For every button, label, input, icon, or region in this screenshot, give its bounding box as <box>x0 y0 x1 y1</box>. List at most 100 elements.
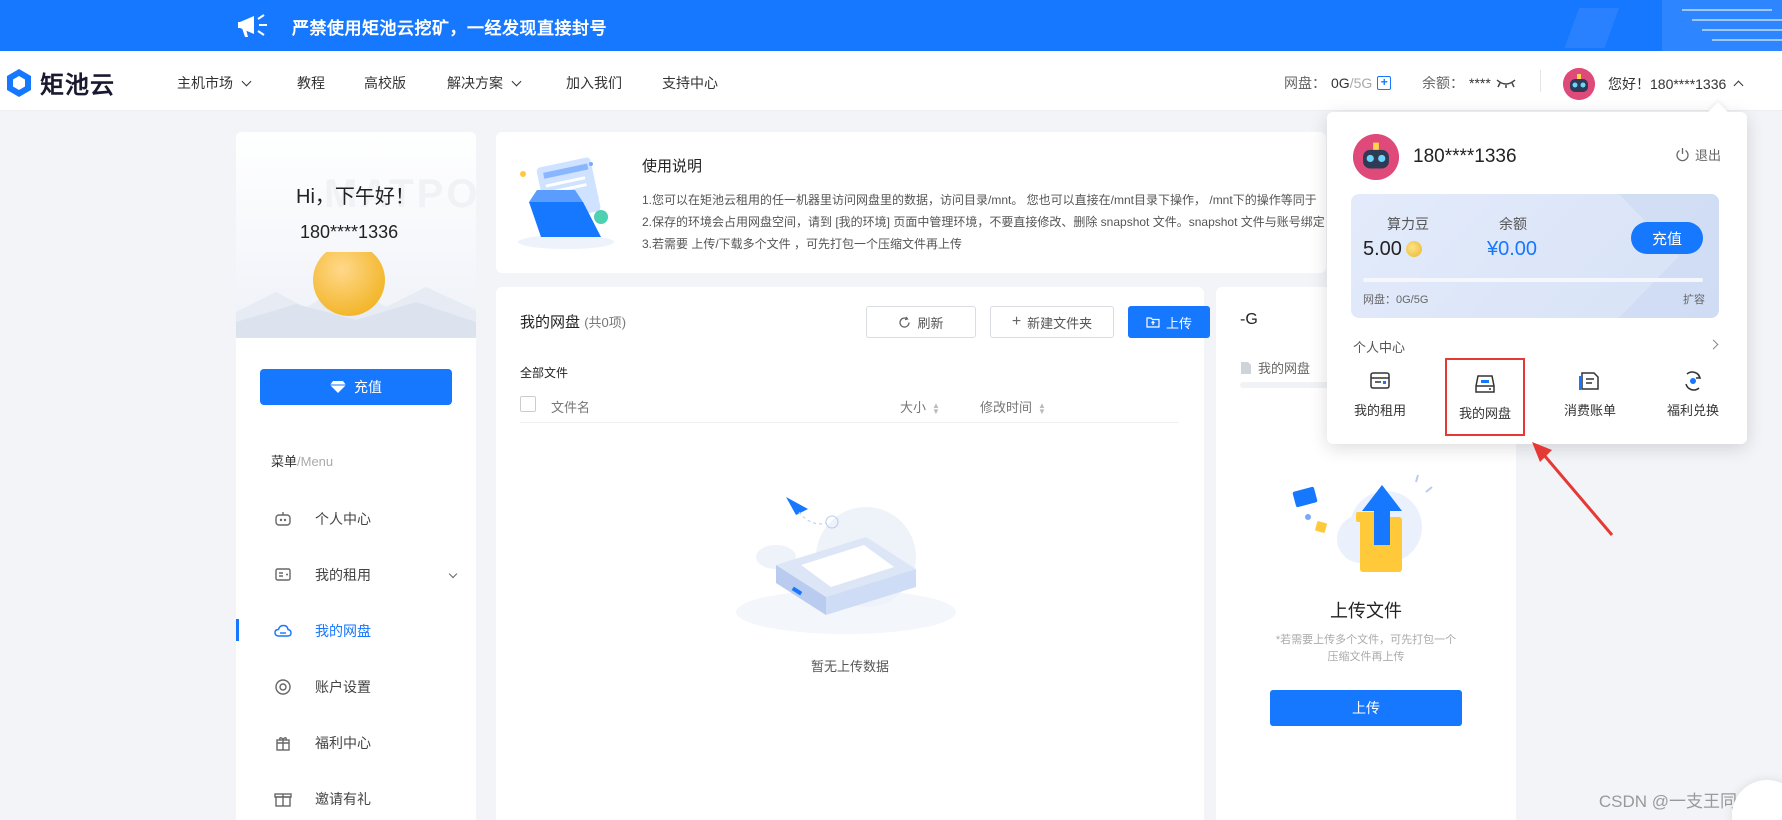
usage-title: 使用说明 <box>642 158 703 175</box>
bill-icon <box>1579 372 1599 390</box>
logout-button[interactable]: 退出 <box>1675 145 1721 164</box>
dropdown-user: 180****1336 <box>1353 134 1517 180</box>
sidebar-item-my-disk[interactable]: 我的网盘 <box>236 616 476 646</box>
usage-instructions-card: 使用说明 1.您可以在矩池云租用的任一机器里访问网盘里的数据，访问目录/mnt。… <box>496 132 1326 273</box>
brand-logo[interactable]: 矩池云 <box>4 65 115 100</box>
usage-line-2: 2.保存的环境会占用网盘空间，请到 [我的环境] 页面中管理环境，不要直接修改、… <box>642 215 1326 229</box>
nav-divider <box>1540 70 1541 92</box>
nav-join-us[interactable]: 加入我们 <box>566 73 622 93</box>
banner-decoration <box>1564 0 1782 51</box>
chevron-down-icon <box>448 569 458 578</box>
col-size[interactable]: 大小 ▲ ▼ <box>900 397 940 416</box>
quick-bills[interactable]: 消费账单 <box>1550 370 1630 419</box>
plus-icon: + <box>1011 313 1022 330</box>
points-value: 5.00 <box>1363 238 1422 261</box>
disk-progress-bar <box>1363 278 1703 282</box>
rental-icon <box>1370 372 1390 389</box>
disk-quota-text: 网盘：0G/5G <box>1363 294 1429 306</box>
quick-my-disk[interactable]: 我的网盘 <box>1445 358 1525 436</box>
personal-center-link[interactable]: 个人中心 <box>1353 337 1405 356</box>
nav-balance: 余额： **** <box>1422 73 1516 93</box>
col-modified[interactable]: 修改时间 ▲ ▼ <box>980 397 1046 416</box>
file-icon <box>1241 361 1251 374</box>
add-disk-icon[interactable]: + <box>1377 76 1392 90</box>
chevron-down-icon <box>241 76 252 86</box>
sidebar-item-invite[interactable]: 邀请有礼 <box>236 784 476 814</box>
annotation-arrow <box>1532 442 1614 536</box>
coin-icon <box>1405 241 1422 257</box>
greeting-hero: MATPO Hi，下午好！ 180****1336 <box>236 132 476 338</box>
sun-mountain-illustration <box>236 252 476 338</box>
upload-title: 上传文件 <box>1330 601 1402 621</box>
disk-capacity: -G <box>1240 311 1258 328</box>
user-id: 180****1336 <box>300 222 399 242</box>
announcement-banner: 严禁使用矩池云挖矿，一经发现直接封号 <box>0 0 1782 51</box>
menu-title: 菜单/Menu <box>271 454 334 469</box>
quick-welfare-exchange[interactable]: 福利兑换 <box>1653 370 1733 419</box>
user-menu-trigger[interactable]: 您好！180****1336 <box>1563 68 1744 100</box>
diamond-icon <box>330 381 346 393</box>
expand-disk-link[interactable]: 扩容 <box>1683 291 1705 307</box>
upload-cloud-illustration <box>1292 474 1433 572</box>
dropdown-username: 180****1336 <box>1413 146 1517 167</box>
server-icon <box>275 568 291 581</box>
balance-label: 余额 <box>1499 216 1527 232</box>
profile-sidebar: MATPO Hi，下午好！ 180****1336 充值 菜单/Menu 个人中… <box>236 132 476 820</box>
refresh-icon <box>899 316 911 328</box>
user-greeting: 您好！180****1336 <box>1608 76 1727 92</box>
points-label: 算力豆 <box>1387 216 1429 232</box>
refresh-button[interactable]: 刷新 <box>866 306 976 338</box>
chevron-down-icon <box>511 76 522 86</box>
usage-line-1: 1.您可以在矩池云租用的任一机器里访问网盘里的数据，访问目录/mnt。 您也可以… <box>642 193 1317 207</box>
sidebar-item-account-settings[interactable]: 账户设置 <box>236 672 476 702</box>
sidebar-item-my-rental[interactable]: 我的租用 <box>236 560 476 590</box>
file-table-header: 文件名 大小 ▲ ▼ 修改时间 ▲ ▼ <box>520 387 1178 423</box>
sort-icon: ▲ ▼ <box>1038 400 1046 416</box>
user-dropdown-menu: 180****1336 退出 算力豆 5.00 余额 ¥0.00 充值 网盘：0… <box>1327 112 1747 444</box>
exchange-icon <box>1685 371 1702 391</box>
sidebar-item-welfare-center[interactable]: 福利中心 <box>236 728 476 758</box>
dropdown-recharge-button[interactable]: 充值 <box>1631 222 1703 254</box>
upload-button[interactable]: 上传 <box>1128 306 1210 338</box>
avatar <box>1353 134 1399 180</box>
banner-text: 严禁使用矩池云挖矿，一经发现直接封号 <box>292 19 607 38</box>
cloud-icon <box>274 624 292 637</box>
nav-host-market[interactable]: 主机市场 <box>177 73 252 93</box>
robot-icon <box>275 512 291 526</box>
nav-university[interactable]: 高校版 <box>364 73 406 93</box>
quick-my-rental[interactable]: 我的租用 <box>1340 370 1420 419</box>
top-navbar: 矩池云 主机市场 教程 高校版 解决方案 加入我们 支持中心 网盘： 0G/5G … <box>0 51 1782 111</box>
balance-value: ¥0.00 <box>1487 238 1538 260</box>
settings-icon <box>275 679 291 695</box>
nav-tutorial[interactable]: 教程 <box>297 73 325 93</box>
chevron-up-icon <box>1733 80 1744 91</box>
empty-state-text: 暂无上传数据 <box>810 659 889 674</box>
upload-folder-icon <box>1146 317 1160 328</box>
power-icon <box>1676 148 1689 162</box>
recharge-button[interactable]: 充值 <box>260 369 452 405</box>
nav-support[interactable]: 支持中心 <box>662 73 718 93</box>
balance-card: 算力豆 5.00 余额 ¥0.00 充值 网盘：0G/5G 扩容 <box>1351 194 1719 318</box>
col-filename: 文件名 <box>551 400 591 415</box>
floating-action-button[interactable] <box>1732 780 1782 820</box>
usage-line-3: 3.若需要 上传/下载多个文件 ，可先打包一个压缩文件再上传 <box>642 237 963 251</box>
sidebar-item-personal-center[interactable]: 个人中心 <box>236 504 476 534</box>
eye-closed-icon[interactable] <box>1496 78 1516 88</box>
disk-summary-label: 我的网盘 <box>1240 358 1310 377</box>
my-disk-panel: 我的网盘 (共0项) 刷新 + 新建文件夹 上传 全部文件 文件名 大小 ▲ ▼ 修… <box>496 287 1210 820</box>
disk-icon <box>1475 374 1495 393</box>
folder-illustration <box>518 157 614 249</box>
chevron-right-icon[interactable] <box>1708 339 1719 350</box>
sort-icon: ▲ ▼ <box>932 400 940 416</box>
select-all-checkbox[interactable] <box>520 396 536 412</box>
avatar <box>1563 68 1595 100</box>
logo-icon <box>7 68 31 97</box>
megaphone-icon <box>238 14 267 37</box>
upload-file-button[interactable]: 上传 <box>1270 690 1462 726</box>
nav-solutions[interactable]: 解决方案 <box>447 73 522 93</box>
brand-name: 矩池云 <box>40 72 115 99</box>
upload-tip: *若需要上传多个文件，可先打包一个压缩文件再上传 <box>1275 634 1457 663</box>
empty-server-illustration <box>736 497 956 634</box>
new-folder-button[interactable]: + 新建文件夹 <box>990 306 1114 338</box>
all-files-breadcrumb[interactable]: 全部文件 <box>520 364 568 381</box>
